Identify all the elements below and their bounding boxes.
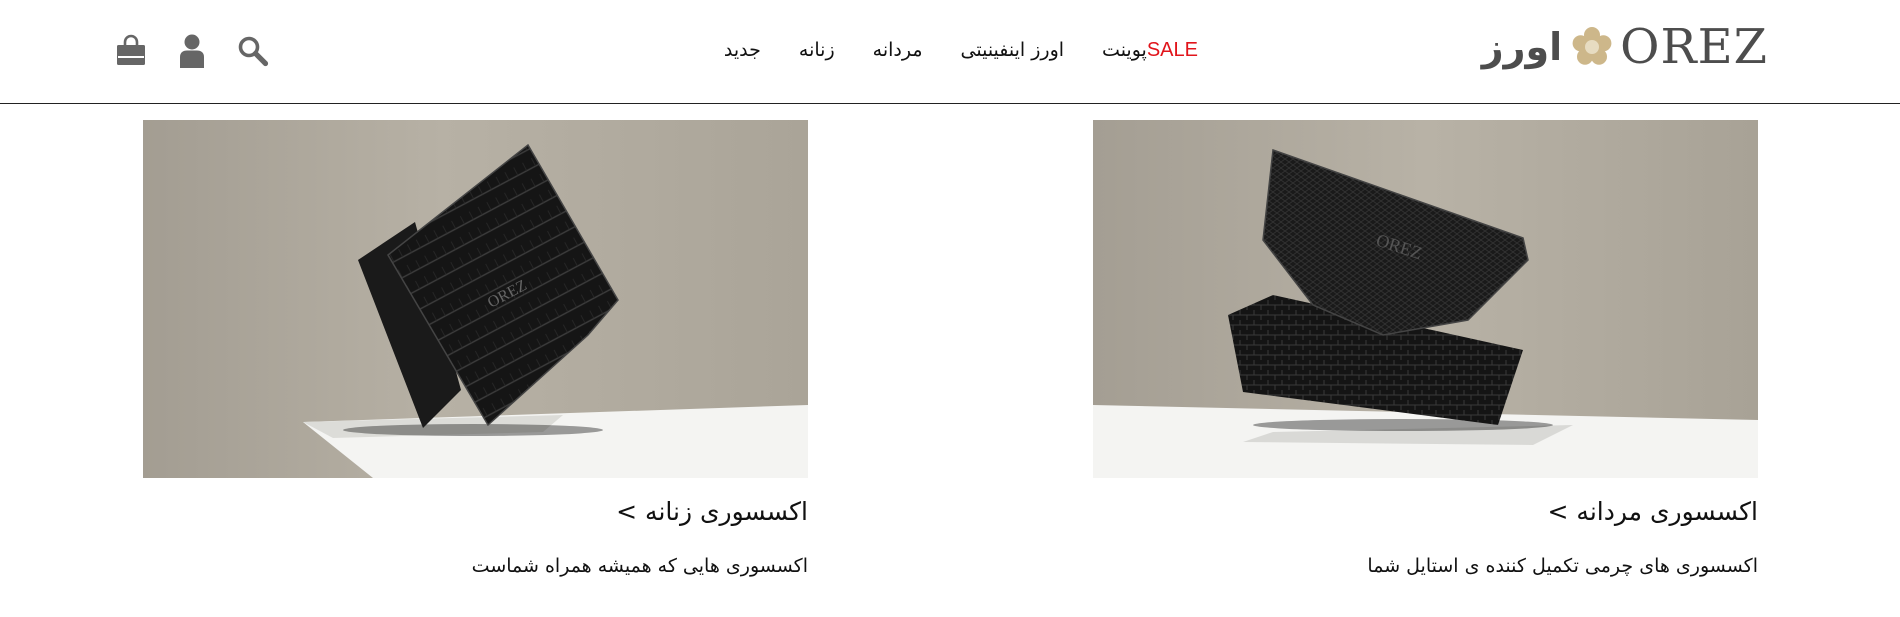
shopping-bag-button[interactable] (112, 32, 150, 70)
women-accessories-link[interactable]: اکسسوری زنانه > (143, 496, 808, 528)
men-accessories-description: اکسسوری های چرمی تکمیل کننده ی استایل شم… (1367, 555, 1758, 577)
men-accessories-link[interactable]: اکسسوری مردانه > (1093, 496, 1758, 528)
women-wallet-image[interactable]: OREZ (143, 120, 808, 478)
logo-farsi-text: اورز (1481, 25, 1563, 69)
women-accessories-description: اکسسوری هایی که همیشه همراه شماست (471, 555, 808, 577)
nav-women[interactable]: زنانه (799, 38, 835, 62)
men-accessories-card: OREZ اکسسوری مردانه > اکسسوری های چرمی ت… (1093, 120, 1758, 579)
brand-logo[interactable]: اورز OREZ (1482, 22, 1768, 72)
nav-men[interactable]: مردانه (873, 38, 923, 62)
header-actions (112, 32, 272, 70)
site-header: جدید زنانه مردانه اورز اینفینیتی پوینت S… (0, 0, 1900, 104)
nav-new[interactable]: جدید (724, 38, 761, 62)
search-icon (238, 36, 269, 67)
account-button[interactable] (173, 32, 211, 70)
search-button[interactable] (234, 32, 272, 70)
shopping-bag-icon (117, 34, 145, 65)
men-wallet-image[interactable]: OREZ (1093, 120, 1758, 478)
flower-logo-icon (1572, 27, 1612, 65)
logo-latin-text: OREZ (1620, 19, 1768, 75)
nav-orez-infinity[interactable]: اورز اینفینیتی (961, 38, 1065, 62)
main-nav: جدید زنانه مردانه اورز اینفینیتی پوینت S… (686, 38, 1198, 62)
women-accessories-card: OREZ اکسسوری زنانه > اکسسوری هایی که همی… (143, 120, 808, 579)
user-icon (180, 34, 204, 68)
nav-sale[interactable]: SALE (1147, 38, 1198, 62)
nav-point[interactable]: پوینت (1102, 38, 1147, 62)
